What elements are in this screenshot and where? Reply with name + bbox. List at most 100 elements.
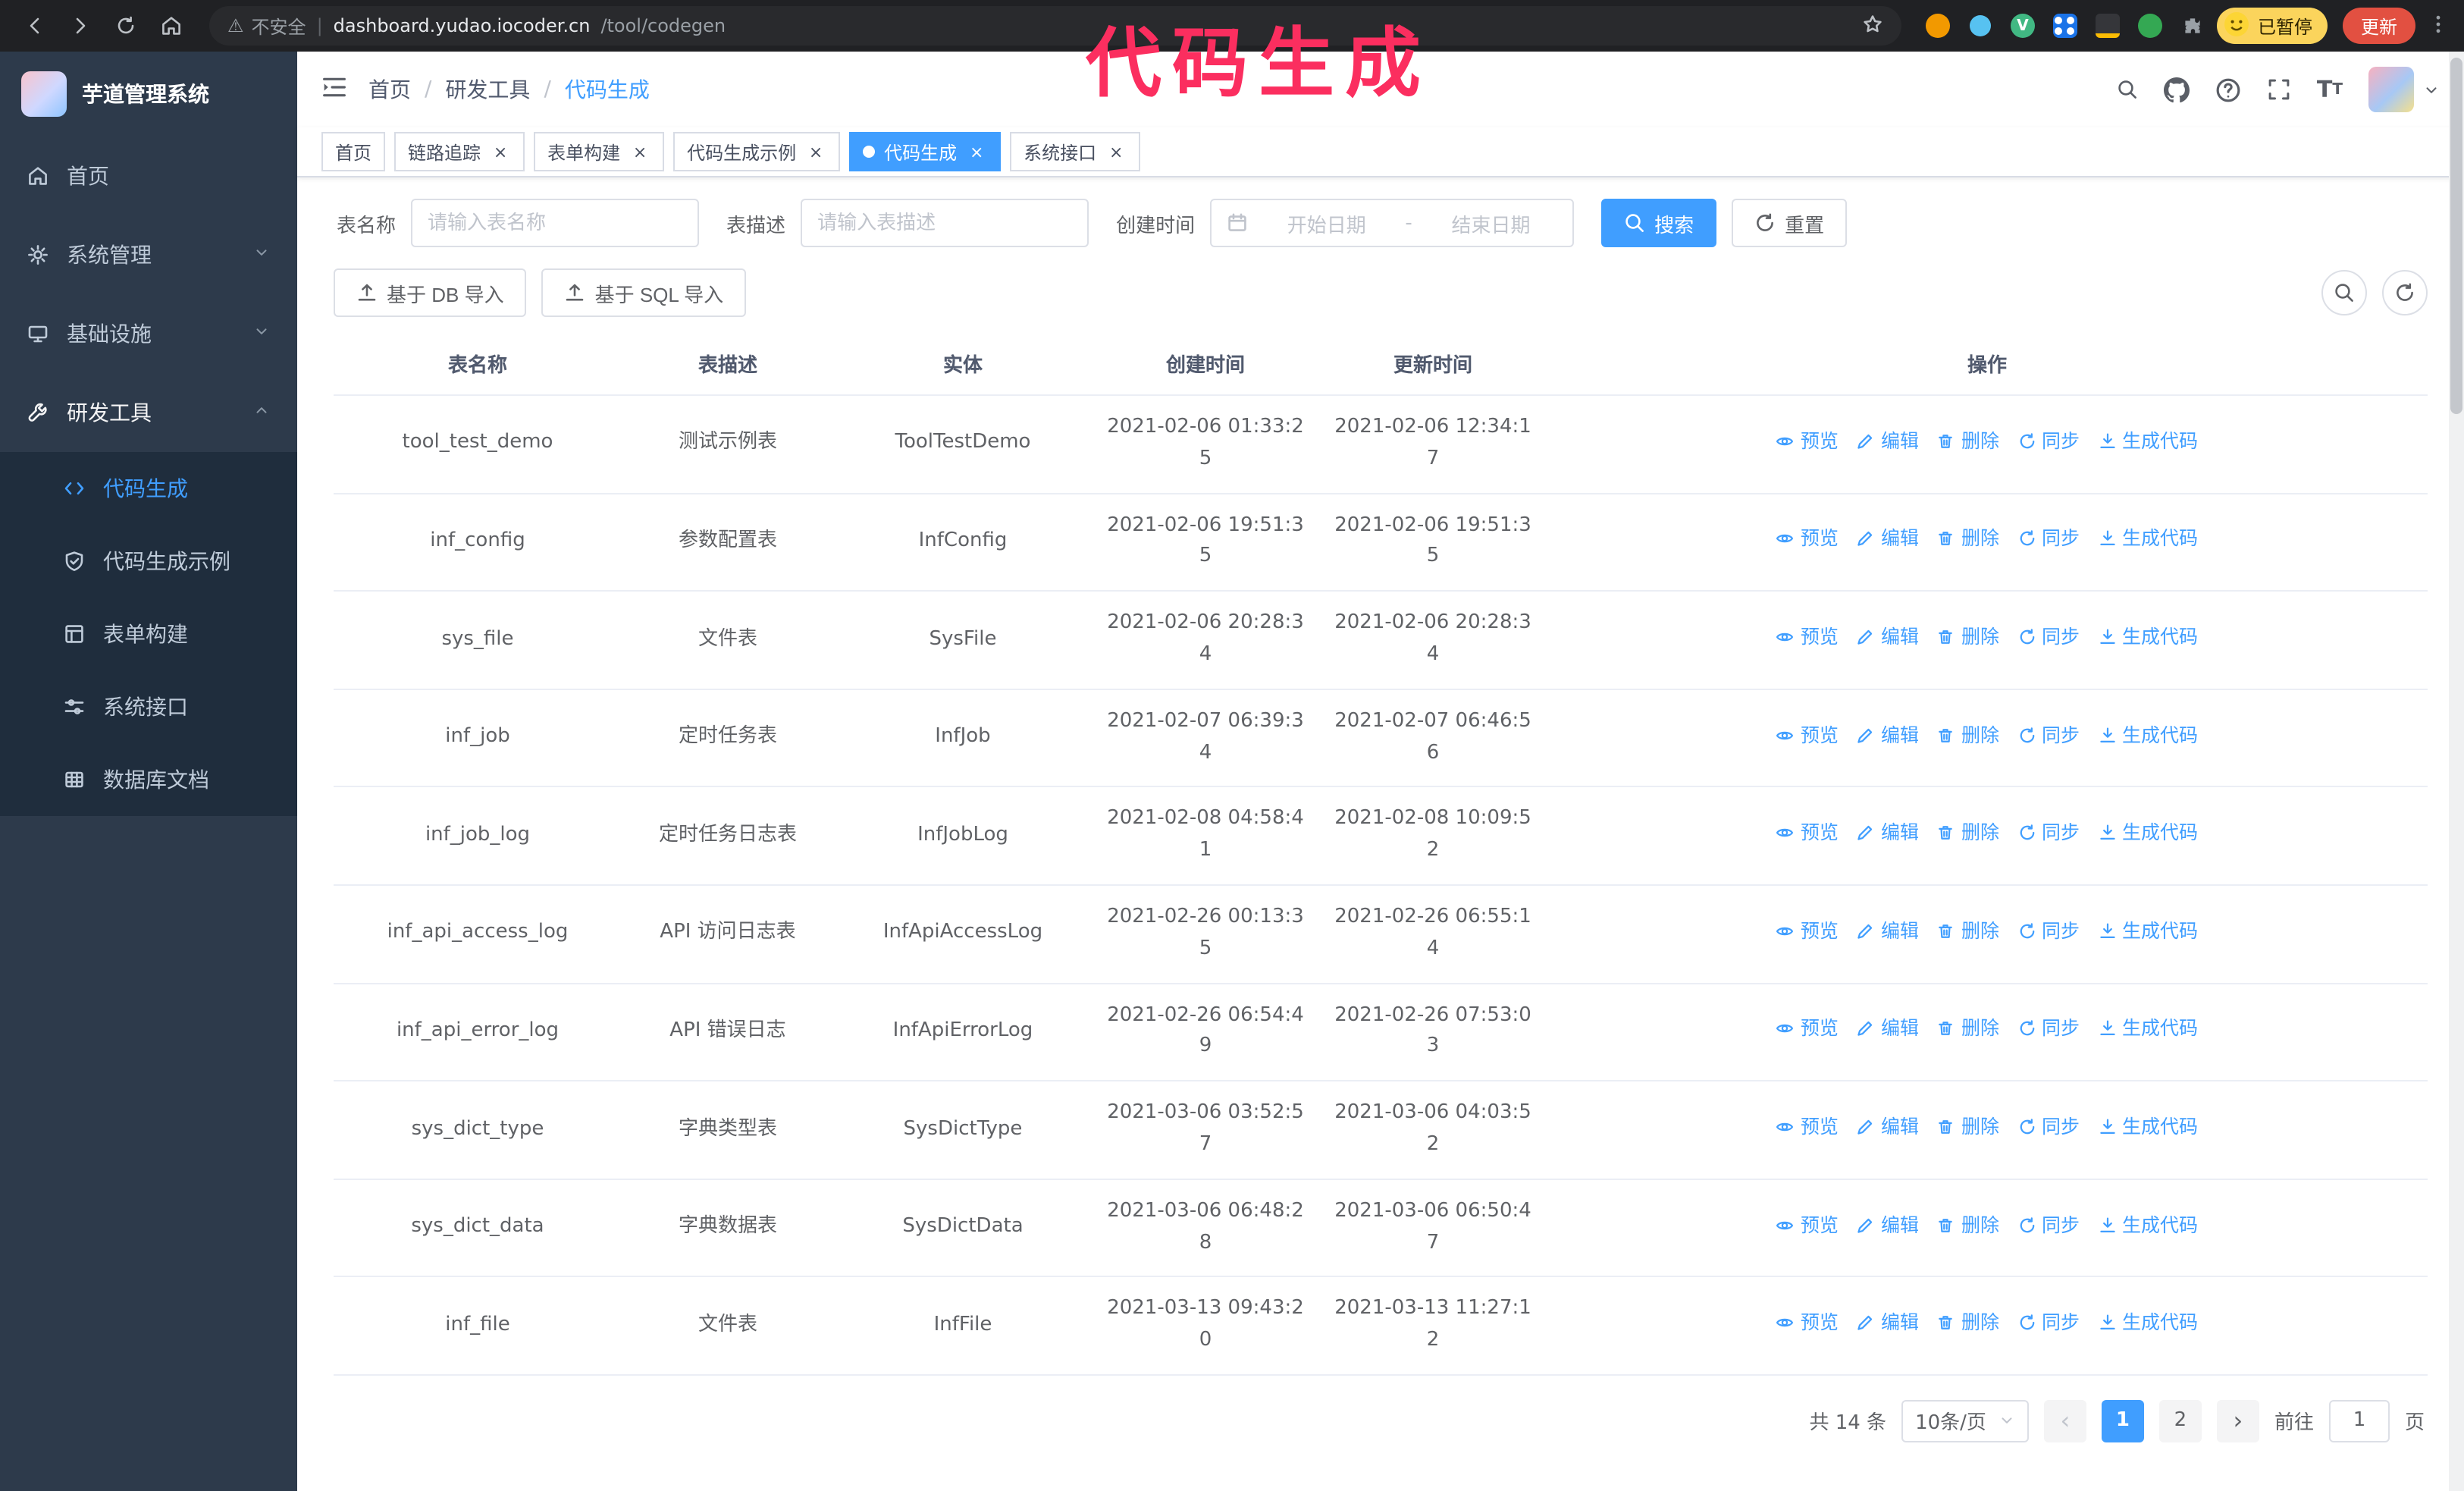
sidebar-subitem[interactable]: 代码生成	[0, 452, 297, 525]
forward-icon[interactable]	[61, 6, 100, 46]
profile-chip[interactable]: 已暂停	[2216, 8, 2328, 44]
action-download-link[interactable]: 生成代码	[2098, 1014, 2198, 1044]
action-sync-link[interactable]: 同步	[2017, 720, 2080, 750]
import-db-button[interactable]: 基于 DB 导入	[334, 268, 527, 317]
action-download-link[interactable]: 生成代码	[2098, 1307, 2198, 1338]
action-del-link[interactable]: 删除	[1937, 622, 1999, 652]
tag-item[interactable]: 链路追踪 ×	[394, 132, 525, 171]
menu-kebab-icon[interactable]	[2428, 11, 2449, 40]
action-edit-link[interactable]: 编辑	[1857, 1112, 1919, 1142]
tag-item[interactable]: 代码生成示例 ×	[673, 132, 841, 171]
fullscreen-icon[interactable]	[2267, 77, 2291, 102]
address-bar[interactable]: ⚠ 不安全 | dashboard.yudao.iocoder.cn /tool…	[209, 6, 1901, 46]
table-desc-input[interactable]	[801, 199, 1089, 247]
puzzle-icon[interactable]	[2174, 8, 2211, 44]
next-page-button[interactable]: ›	[2216, 1399, 2259, 1442]
back-icon[interactable]	[15, 6, 55, 46]
action-del-link[interactable]: 删除	[1937, 426, 1999, 457]
hamburger-icon[interactable]	[321, 74, 347, 105]
scrollbar[interactable]	[2449, 52, 2464, 1491]
tag-active[interactable]: 代码生成 ×	[849, 132, 1002, 171]
date-range-picker[interactable]: 开始日期 - 结束日期	[1210, 199, 1575, 247]
action-eye-link[interactable]: 预览	[1776, 1112, 1839, 1142]
action-eye-link[interactable]: 预览	[1776, 916, 1839, 946]
sidebar-subitem[interactable]: 代码生成示例	[0, 525, 297, 598]
search-icon[interactable]	[2117, 79, 2138, 100]
tag-item[interactable]: 首页	[321, 132, 386, 171]
breadcrumb-item[interactable]: 研发工具	[445, 74, 530, 105]
reload-icon[interactable]	[106, 6, 146, 46]
action-download-link[interactable]: 生成代码	[2098, 1112, 2198, 1142]
action-edit-link[interactable]: 编辑	[1857, 720, 1919, 750]
action-del-link[interactable]: 删除	[1937, 720, 1999, 750]
action-del-link[interactable]: 删除	[1937, 1014, 1999, 1044]
update-button[interactable]: 更新	[2342, 8, 2415, 44]
action-del-link[interactable]: 删除	[1937, 1112, 1999, 1142]
goto-page-input[interactable]	[2328, 1399, 2390, 1442]
action-download-link[interactable]: 生成代码	[2098, 720, 2198, 750]
action-download-link[interactable]: 生成代码	[2098, 1210, 2198, 1240]
security-warning[interactable]: ⚠ 不安全	[227, 13, 306, 39]
extension-icon-5[interactable]	[2089, 8, 2126, 44]
action-sync-link[interactable]: 同步	[2017, 916, 2080, 946]
sidebar-subitem[interactable]: 表单构建	[0, 598, 297, 670]
import-sql-button[interactable]: 基于 SQL 导入	[541, 268, 747, 317]
breadcrumb-item[interactable]: 首页	[368, 74, 411, 105]
action-eye-link[interactable]: 预览	[1776, 524, 1839, 554]
close-icon[interactable]: ×	[629, 141, 650, 162]
action-del-link[interactable]: 删除	[1937, 818, 1999, 849]
sidebar-item[interactable]: 研发工具	[0, 373, 297, 452]
action-sync-link[interactable]: 同步	[2017, 1014, 2080, 1044]
action-edit-link[interactable]: 编辑	[1857, 1307, 1919, 1338]
action-eye-link[interactable]: 预览	[1776, 622, 1839, 652]
action-del-link[interactable]: 删除	[1937, 524, 1999, 554]
action-sync-link[interactable]: 同步	[2017, 1307, 2080, 1338]
page-number-button[interactable]: 2	[2158, 1399, 2202, 1442]
font-size-icon[interactable]: TT	[2317, 76, 2343, 103]
refresh-table-button[interactable]	[2382, 270, 2428, 315]
action-download-link[interactable]: 生成代码	[2098, 916, 2198, 946]
action-download-link[interactable]: 生成代码	[2098, 622, 2198, 652]
action-edit-link[interactable]: 编辑	[1857, 1210, 1919, 1240]
sidebar-subitem[interactable]: 系统接口	[0, 670, 297, 743]
toggle-search-button[interactable]	[2321, 270, 2367, 315]
action-del-link[interactable]: 删除	[1937, 1210, 1999, 1240]
table-name-input[interactable]	[411, 199, 700, 247]
extension-icon-3[interactable]: V	[2005, 8, 2041, 44]
help-icon[interactable]	[2215, 77, 2241, 102]
action-eye-link[interactable]: 预览	[1776, 1210, 1839, 1240]
extension-icon-4[interactable]	[2047, 8, 2083, 44]
reset-button[interactable]: 重置	[1732, 199, 1848, 247]
action-sync-link[interactable]: 同步	[2017, 426, 2080, 457]
action-eye-link[interactable]: 预览	[1776, 818, 1839, 849]
action-edit-link[interactable]: 编辑	[1857, 818, 1919, 849]
tag-item[interactable]: 表单构建 ×	[534, 132, 665, 171]
close-icon[interactable]: ×	[805, 141, 826, 162]
action-eye-link[interactable]: 预览	[1776, 1014, 1839, 1044]
action-edit-link[interactable]: 编辑	[1857, 426, 1919, 457]
action-eye-link[interactable]: 预览	[1776, 720, 1839, 750]
action-sync-link[interactable]: 同步	[2017, 622, 2080, 652]
action-edit-link[interactable]: 编辑	[1857, 1014, 1919, 1044]
bookmark-star-icon[interactable]	[1862, 13, 1883, 39]
breadcrumb-item[interactable]: 代码生成	[565, 74, 650, 105]
table-name-field[interactable]	[428, 212, 683, 234]
sidebar-item[interactable]: 首页	[0, 137, 297, 215]
page-size-select[interactable]: 10条/页	[1901, 1399, 2029, 1442]
action-eye-link[interactable]: 预览	[1776, 1307, 1839, 1338]
action-sync-link[interactable]: 同步	[2017, 818, 2080, 849]
action-del-link[interactable]: 删除	[1937, 916, 1999, 946]
action-download-link[interactable]: 生成代码	[2098, 524, 2198, 554]
close-icon[interactable]: ×	[966, 141, 987, 162]
tag-item[interactable]: 系统接口 ×	[1010, 132, 1141, 171]
action-edit-link[interactable]: 编辑	[1857, 916, 1919, 946]
sidebar-item[interactable]: 系统管理	[0, 215, 297, 294]
extension-icon-1[interactable]	[1920, 8, 1956, 44]
prev-page-button[interactable]: ‹	[2043, 1399, 2086, 1442]
action-download-link[interactable]: 生成代码	[2098, 818, 2198, 849]
action-sync-link[interactable]: 同步	[2017, 524, 2080, 554]
scrollbar-thumb[interactable]	[2450, 58, 2462, 414]
action-download-link[interactable]: 生成代码	[2098, 426, 2198, 457]
logo[interactable]: 芋道管理系统	[0, 52, 297, 137]
extension-icon-6[interactable]	[2132, 8, 2168, 44]
